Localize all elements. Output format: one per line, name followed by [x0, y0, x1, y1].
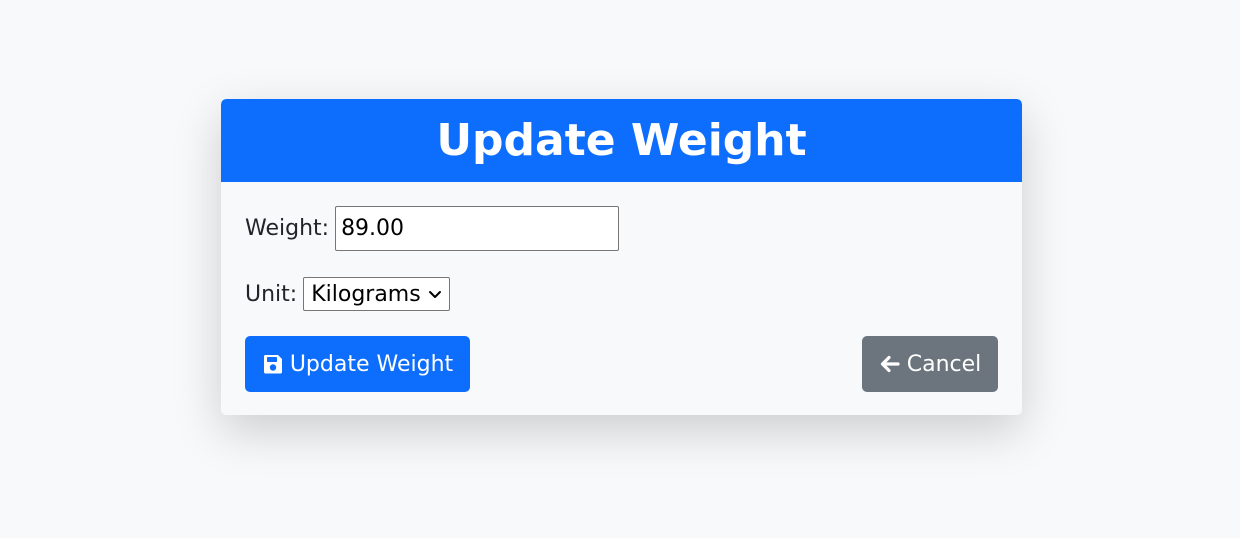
- unit-selected-value: Kilograms: [311, 281, 421, 307]
- cancel-button-label: Cancel: [906, 351, 982, 377]
- card-header: Update Weight: [221, 99, 1022, 182]
- weight-row: Weight:: [245, 206, 620, 251]
- weight-input[interactable]: [335, 206, 620, 251]
- page: Update Weight Weight: Unit: Kilograms: [0, 0, 1240, 538]
- weight-label: Weight:: [245, 216, 330, 241]
- chevron-down-icon: [428, 291, 441, 298]
- update-weight-card: Update Weight Weight: Unit: Kilograms: [221, 99, 1022, 415]
- unit-select[interactable]: Kilograms: [303, 277, 450, 311]
- unit-row: Unit: Kilograms: [245, 277, 450, 311]
- update-weight-button-label: Update Weight: [289, 351, 454, 377]
- page-title: Update Weight: [436, 114, 807, 166]
- cancel-button[interactable]: Cancel: [862, 336, 998, 392]
- unit-label: Unit:: [245, 281, 298, 307]
- floppy-disk-icon: [263, 355, 282, 374]
- arrow-left-icon: [880, 355, 900, 373]
- update-weight-button[interactable]: Update Weight: [245, 336, 470, 392]
